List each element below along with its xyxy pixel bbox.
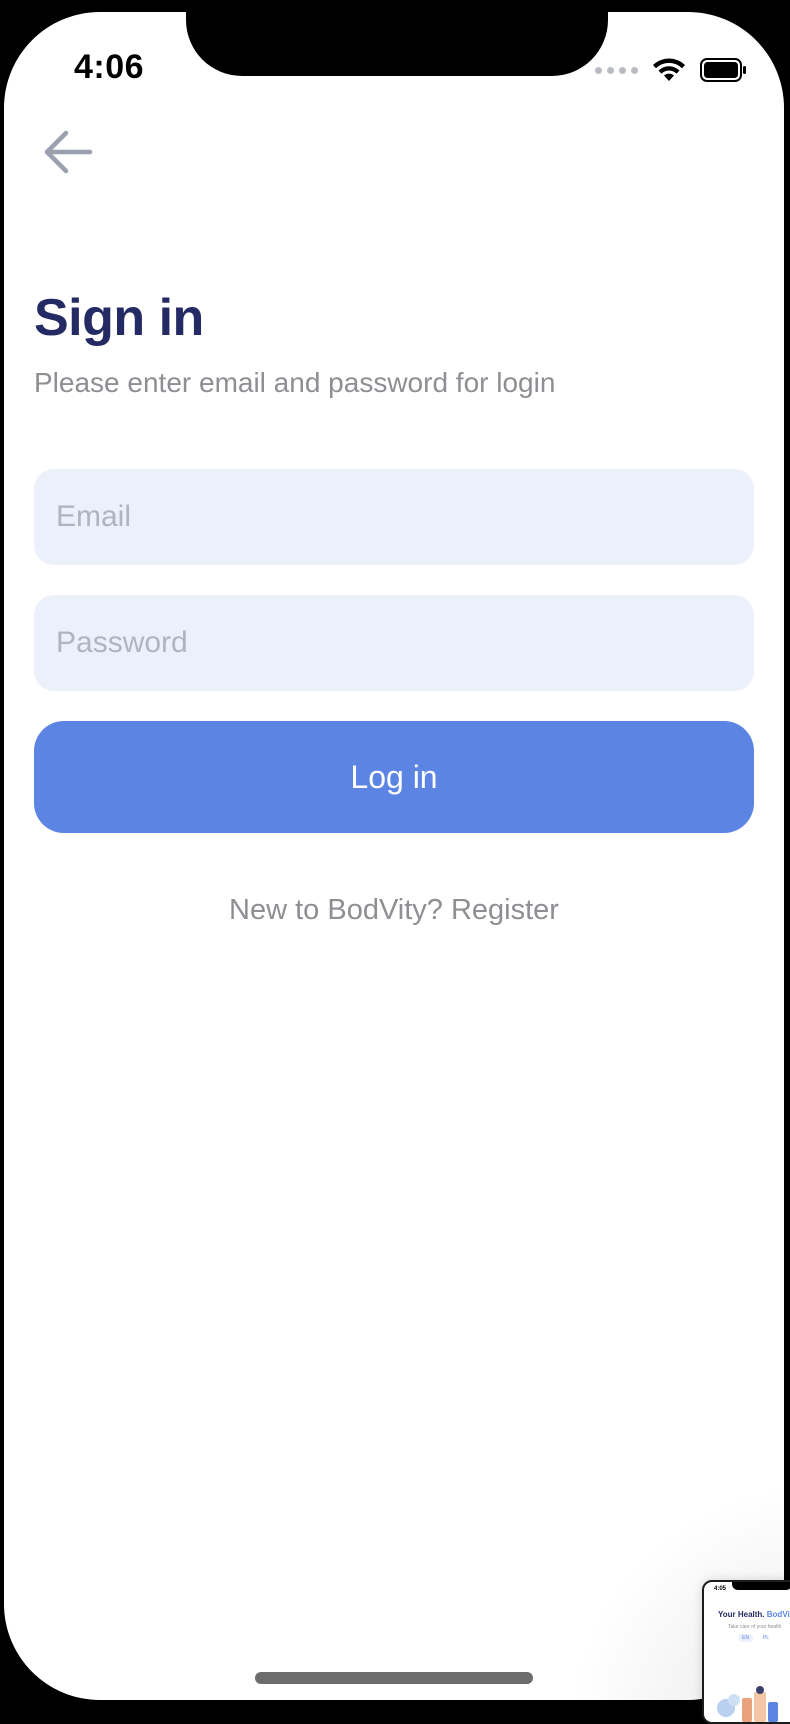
- thumbnail-chip: PL: [762, 1635, 770, 1641]
- thumbnail-chip: EN: [738, 1634, 753, 1642]
- wifi-icon: [653, 58, 685, 81]
- home-indicator: [255, 1672, 533, 1684]
- page-subtitle: Please enter email and password for logi…: [34, 367, 556, 398]
- status-icons: [595, 50, 748, 90]
- thumbnail-notch: [732, 1582, 790, 1590]
- thumbnail-title-prefix: Your Health.: [718, 1610, 765, 1619]
- arrow-left-icon: [44, 130, 93, 174]
- signal-dots-icon: [595, 66, 638, 74]
- battery-icon: [700, 58, 746, 82]
- thumbnail-subtitle: Take care of your health: [728, 1624, 782, 1630]
- thumbnail-title: Your Health. BodVit: [718, 1610, 790, 1619]
- thumbnail-language-chips: EN PL: [738, 1634, 773, 1642]
- thumbnail-illustration: [717, 1686, 778, 1722]
- screen: 4:06 Sign in Please enter email and pass…: [4, 12, 784, 1700]
- status-time: 4:06: [74, 48, 145, 86]
- email-field[interactable]: [34, 469, 754, 565]
- device-notch: [186, 12, 608, 76]
- password-field[interactable]: [34, 595, 754, 691]
- login-button[interactable]: Log in: [34, 721, 754, 833]
- screenshot-thumbnail[interactable]: 4:05 Your Health. BodVit Take care of yo…: [702, 1580, 790, 1724]
- thumbnail-time: 4:05: [714, 1586, 727, 1592]
- page-title: Sign in: [34, 289, 204, 347]
- back-button[interactable]: [36, 120, 100, 184]
- register-link[interactable]: New to BodVity? Register: [4, 894, 784, 927]
- thumbnail-title-brand: BodVit: [766, 1610, 790, 1619]
